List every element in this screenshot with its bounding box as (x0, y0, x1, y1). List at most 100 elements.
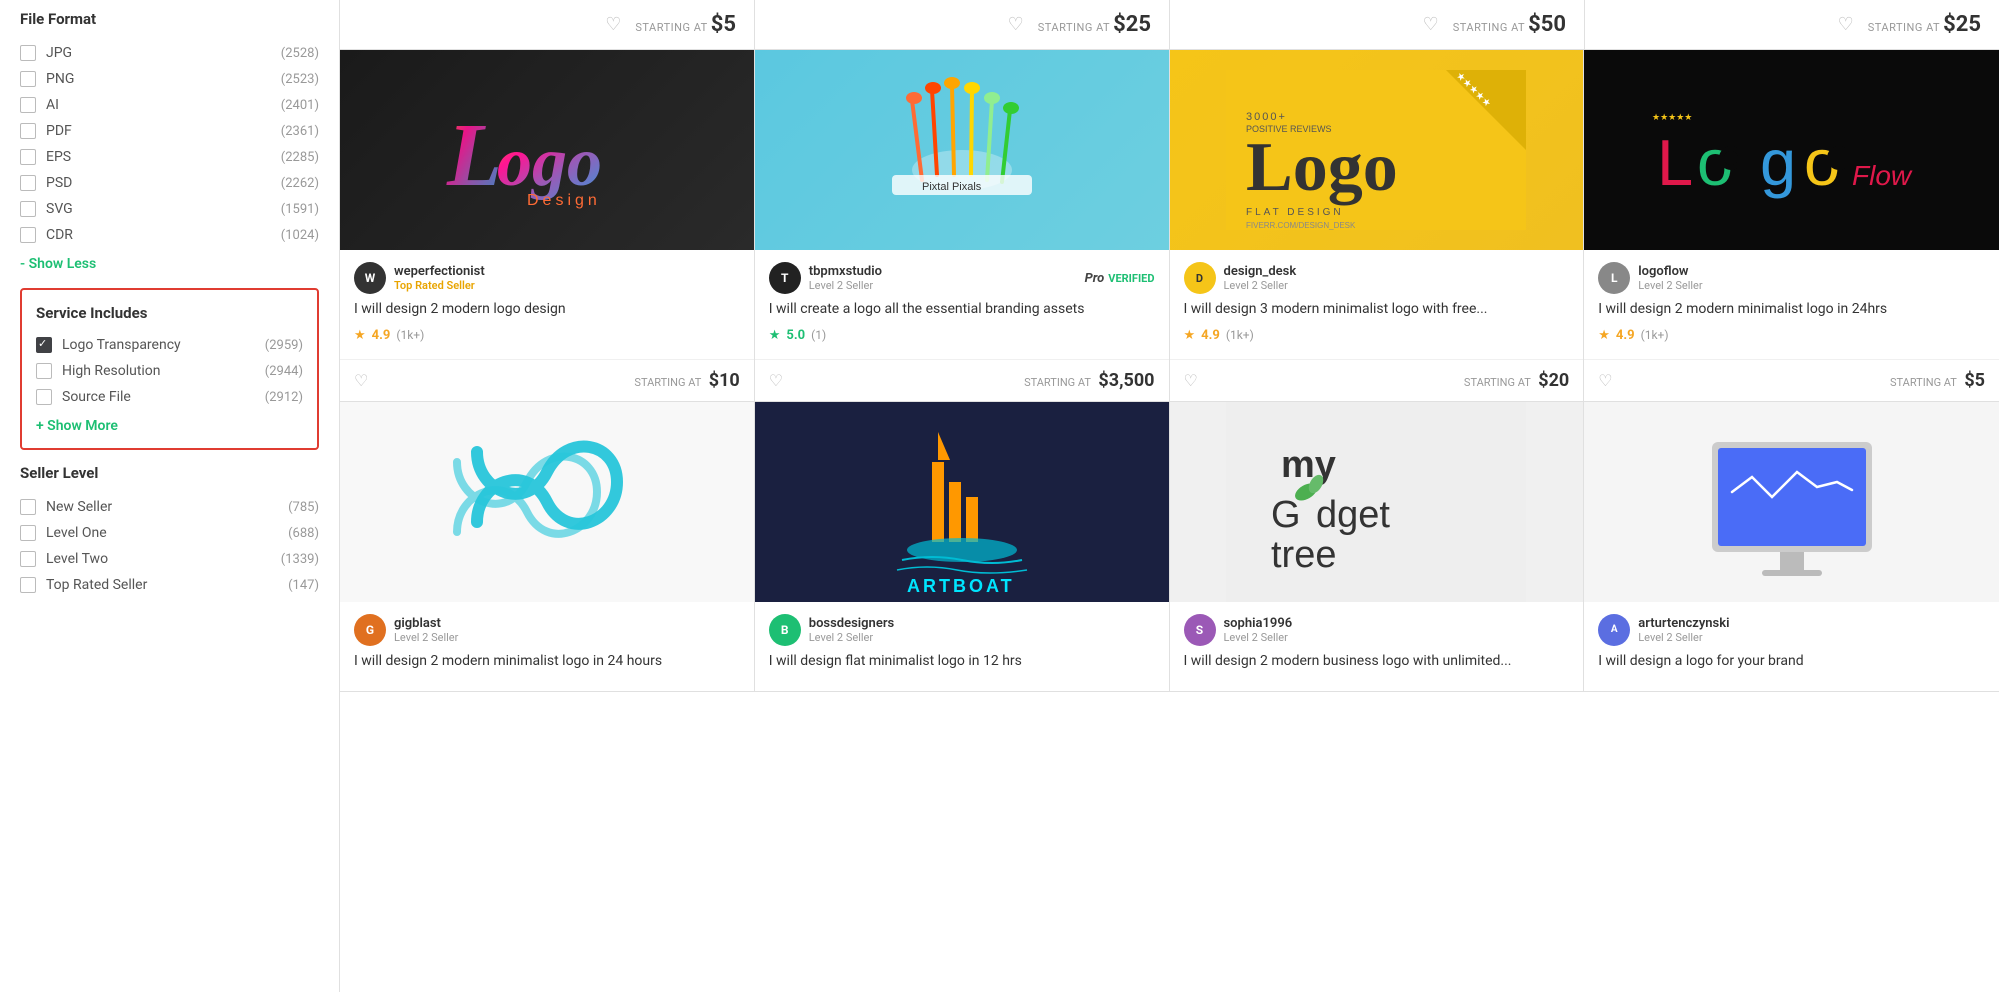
seller-row-weperfectionist: W weperfectionist Top Rated Seller (354, 262, 740, 294)
top-price-card-2: ♡ STARTING AT $25 (755, 0, 1170, 49)
gig-heart-design-desk[interactable]: ♡ (1184, 371, 1198, 390)
checkbox-high-resolution[interactable] (36, 363, 52, 379)
filter-psd[interactable]: PSD (2262) (20, 170, 319, 196)
show-more-button[interactable]: + Show More (36, 418, 118, 434)
checkbox-png[interactable] (20, 71, 36, 87)
seller-level-artur: Level 2 Seller (1638, 631, 1985, 644)
checkbox-svg[interactable] (20, 201, 36, 217)
filter-source-file-label: Source File (62, 389, 261, 405)
service-includes-title: Service Includes (36, 304, 303, 322)
rating-count-design-desk: (1k+) (1226, 328, 1254, 342)
gig-info-gigblast: G gigblast Level 2 Seller I will design … (340, 602, 754, 692)
filter-logo-transparency-label: Logo Transparency (62, 337, 261, 353)
seller-info-artur: arturtenczynski Level 2 Seller (1638, 616, 1985, 644)
checkbox-level-two[interactable] (20, 551, 36, 567)
checkbox-top-rated-seller[interactable] (20, 577, 36, 593)
checkbox-level-one[interactable] (20, 525, 36, 541)
filter-svg[interactable]: SVG (1591) (20, 196, 319, 222)
filter-ai[interactable]: AI (2401) (20, 92, 319, 118)
gig-starting-weperfectionist: STARTING AT (634, 376, 701, 389)
gig-image-gigblast (340, 402, 754, 602)
filter-cdr-label: CDR (46, 227, 277, 243)
heart-icon-1[interactable]: ♡ (605, 14, 621, 35)
filter-psd-count: (2262) (281, 176, 319, 191)
show-less-button[interactable]: - Show Less (20, 256, 96, 272)
filter-high-resolution[interactable]: High Resolution (2944) (36, 358, 303, 384)
seller-info-gigblast: gigblast Level 2 Seller (394, 616, 740, 644)
gig-info-design-desk: D design_desk Level 2 Seller I will desi… (1170, 250, 1584, 359)
starting-at-label-1: STARTING AT (635, 21, 707, 34)
filter-jpg[interactable]: JPG (2528) (20, 40, 319, 66)
checkbox-ai[interactable] (20, 97, 36, 113)
checkbox-psd[interactable] (20, 175, 36, 191)
checkbox-pdf[interactable] (20, 123, 36, 139)
filter-level-one[interactable]: Level One (688) (20, 520, 319, 546)
gig-bottom-weperfectionist: ♡ STARTING AT $10 (340, 359, 754, 401)
filter-logo-transparency[interactable]: Logo Transparency (2959) (36, 332, 303, 358)
filter-high-resolution-count: (2944) (265, 364, 303, 379)
seller-name-weperfectionist: weperfectionist (394, 264, 740, 279)
checkbox-jpg[interactable] (20, 45, 36, 61)
gig-heart-weperfectionist[interactable]: ♡ (354, 371, 368, 390)
filter-png-label: PNG (46, 71, 277, 87)
filter-new-seller-count: (785) (288, 500, 319, 515)
heart-icon-2[interactable]: ♡ (1008, 14, 1024, 35)
filter-new-seller[interactable]: New Seller (785) (20, 494, 319, 520)
filter-cdr[interactable]: CDR (1024) (20, 222, 319, 248)
gig-title-bossdesigners: I will design flat minimalist logo in 12… (769, 652, 1155, 672)
rating-value-logoflow: 4.9 (1616, 328, 1635, 343)
avatar-design-desk: D (1184, 262, 1216, 294)
pro-text: Pro (1085, 271, 1105, 286)
gig-title-design-desk: I will design 3 modern minimalist logo w… (1184, 300, 1570, 320)
avatar-gigblast: G (354, 614, 386, 646)
checkbox-source-file[interactable] (36, 389, 52, 405)
checkbox-cdr[interactable] (20, 227, 36, 243)
gig-heart-logoflow[interactable]: ♡ (1598, 371, 1612, 390)
gig-info-logoflow: L logoflow Level 2 Seller I will design … (1584, 250, 1999, 359)
seller-level-weperfectionist: Top Rated Seller (394, 279, 740, 292)
filter-pdf[interactable]: PDF (2361) (20, 118, 319, 144)
gig-grid: L ogo Design W weperfectionist Top Rated… (340, 50, 1999, 692)
seller-row-sophia: S sophia1996 Level 2 Seller (1184, 614, 1570, 646)
filter-ai-label: AI (46, 97, 277, 113)
seller-row-gigblast: G gigblast Level 2 Seller (354, 614, 740, 646)
gig-image-logoflow: ★★★★★ L o g o Flow (1584, 50, 1999, 250)
checkbox-eps[interactable] (20, 149, 36, 165)
avatar-artur: A (1598, 614, 1630, 646)
seller-name-bossdesigners: bossdesigners (809, 616, 1155, 631)
rating-value-design-desk: 4.9 (1201, 328, 1220, 343)
svg-text:Design: Design (527, 192, 601, 209)
seller-level-gigblast: Level 2 Seller (394, 631, 740, 644)
checkbox-logo-transparency[interactable] (36, 337, 52, 353)
filter-top-rated-seller-label: Top Rated Seller (46, 577, 284, 593)
svg-text:Flow: Flow (1852, 160, 1913, 191)
seller-level-bossdesigners: Level 2 Seller (809, 631, 1155, 644)
checkbox-new-seller[interactable] (20, 499, 36, 515)
gig-heart-tbpmx[interactable]: ♡ (769, 371, 783, 390)
gig-card-gigblast: G gigblast Level 2 Seller I will design … (340, 402, 755, 693)
heart-icon-3[interactable]: ♡ (1423, 14, 1439, 35)
filter-level-two-label: Level Two (46, 551, 277, 567)
seller-row-artur: A arturtenczynski Level 2 Seller (1598, 614, 1985, 646)
svg-text:L: L (446, 106, 502, 205)
filter-new-seller-label: New Seller (46, 499, 284, 515)
filter-svg-label: SVG (46, 201, 277, 217)
avatar-tbpmx: T (769, 262, 801, 294)
svg-text:FLAT DESIGN: FLAT DESIGN (1246, 207, 1344, 218)
filter-ai-count: (2401) (281, 98, 319, 113)
price-value-3: $50 (1528, 12, 1566, 37)
filter-source-file[interactable]: Source File (2912) (36, 384, 303, 410)
filter-eps[interactable]: EPS (2285) (20, 144, 319, 170)
filter-top-rated-seller[interactable]: Top Rated Seller (147) (20, 572, 319, 598)
filter-level-two[interactable]: Level Two (1339) (20, 546, 319, 572)
gig-price-val-weperfectionist: $10 (709, 370, 740, 391)
seller-level-title: Seller Level (20, 464, 319, 482)
seller-level-tbpmx: Level 2 Seller (809, 279, 1077, 292)
heart-icon-4[interactable]: ♡ (1838, 14, 1854, 35)
price-value-1: $5 (711, 12, 736, 37)
filter-png[interactable]: PNG (2523) (20, 66, 319, 92)
file-format-title: File Format (20, 10, 319, 28)
price-value-4: $25 (1943, 12, 1981, 37)
seller-level-sophia: Level 2 Seller (1224, 631, 1570, 644)
seller-name-logoflow: logoflow (1638, 264, 1985, 279)
